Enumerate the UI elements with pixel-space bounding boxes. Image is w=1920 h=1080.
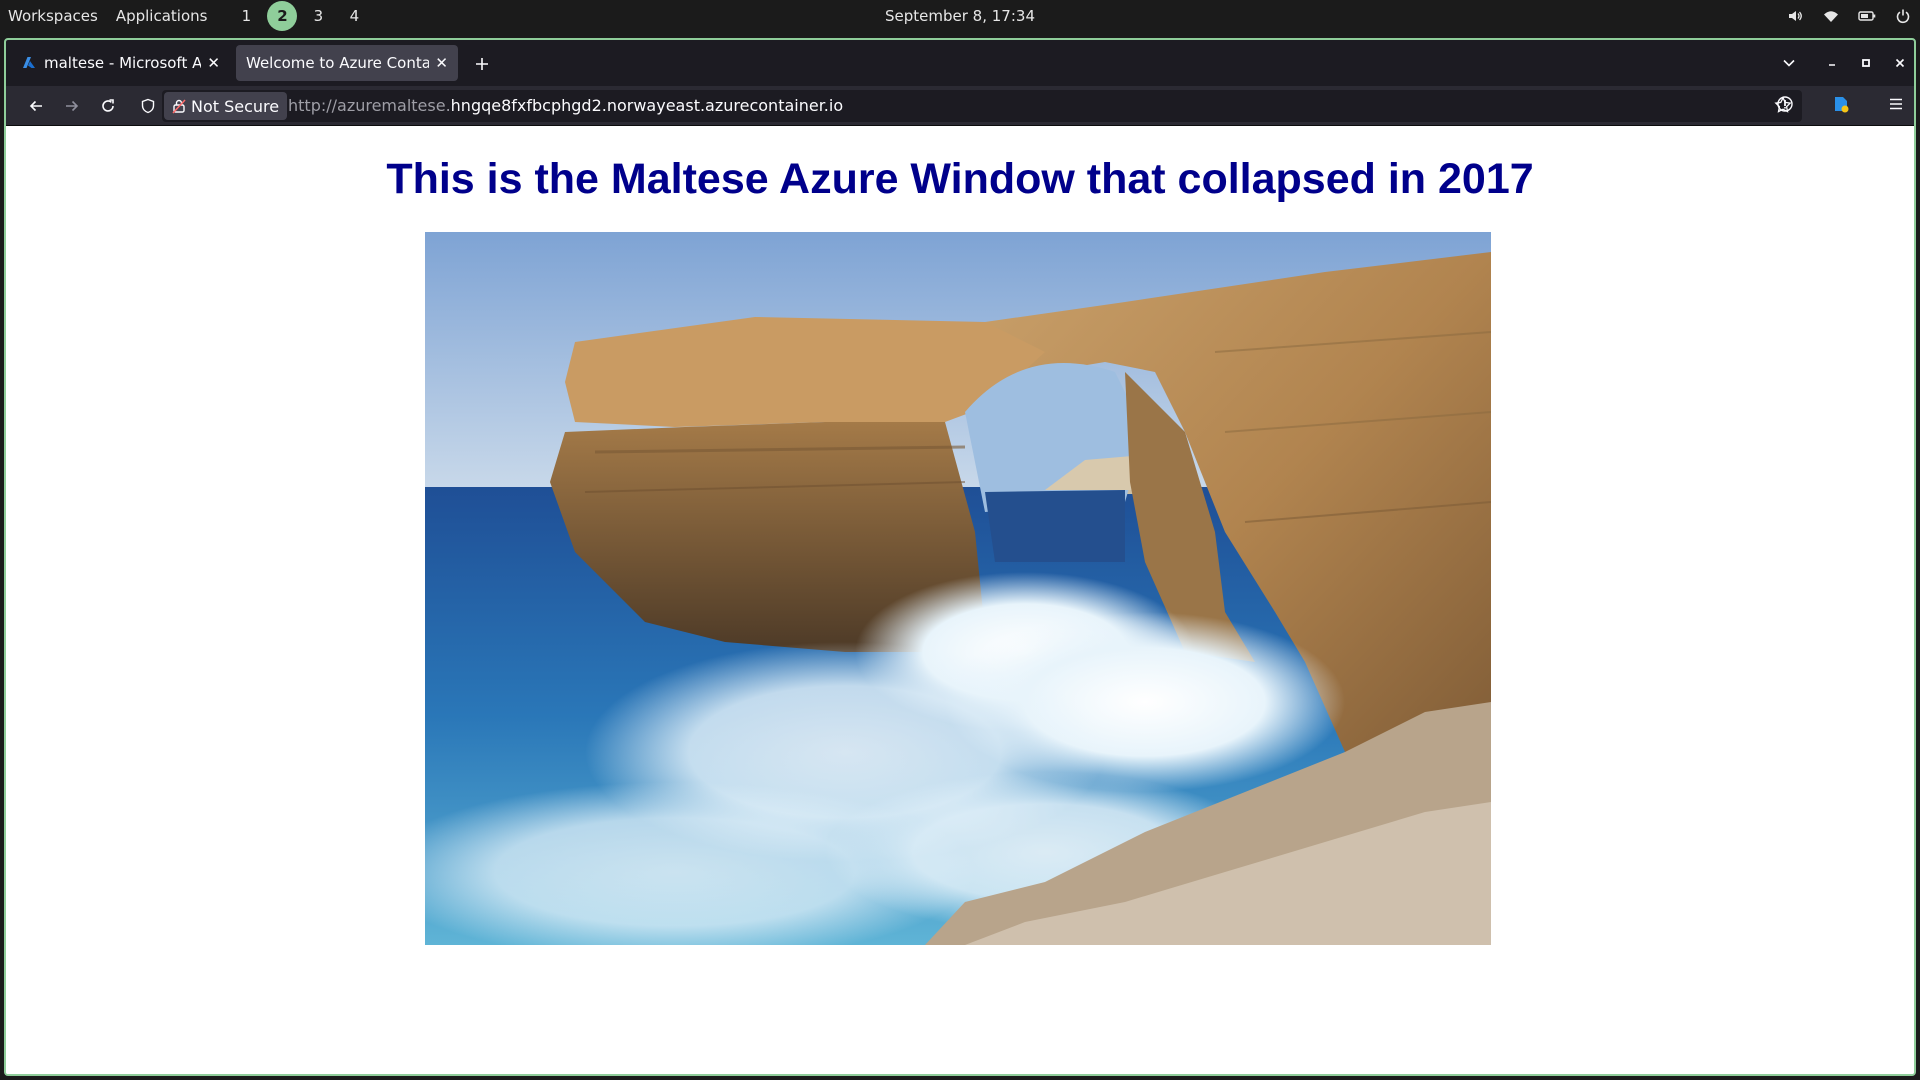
new-tab-button[interactable]	[466, 48, 498, 80]
tab-azure-container-instances[interactable]: Welcome to Azure Container Instances ✕	[236, 45, 458, 81]
navigation-toolbar: Not Secure http://azuremaltese.hngqe8fxf…	[6, 86, 1914, 126]
minimize-button[interactable]	[1826, 54, 1838, 73]
close-window-button[interactable]	[1894, 54, 1906, 73]
workspace-switcher: 1 2 3 4	[231, 1, 369, 31]
volume-icon[interactable]	[1786, 7, 1804, 25]
address-bar[interactable]: Not Secure http://azuremaltese.hngqe8fxf…	[162, 90, 1802, 122]
insecure-lock-icon	[172, 99, 186, 114]
browser-window: maltese - Microsoft Azure ✕ Welcome to A…	[4, 38, 1916, 1076]
applications-menu[interactable]: Applications	[116, 7, 208, 25]
workspace-4[interactable]: 4	[339, 1, 369, 31]
arrow-right-icon	[66, 100, 79, 112]
toolbar-extensions	[1776, 86, 1914, 126]
list-all-tabs-button[interactable]	[1782, 40, 1796, 86]
tracking-protection-shield-icon[interactable]	[134, 92, 162, 120]
tab-maltese-azure[interactable]: maltese - Microsoft Azure ✕	[12, 45, 230, 81]
url-domain: hngqe8fxfbcphgd2.norwayeast.azurecontain…	[450, 96, 844, 115]
maximize-button[interactable]	[1860, 54, 1872, 73]
power-icon[interactable]	[1894, 7, 1912, 25]
close-tab-icon[interactable]: ✕	[207, 54, 220, 72]
hamburger-menu-icon[interactable]	[1888, 96, 1904, 116]
close-tab-icon[interactable]: ✕	[435, 54, 448, 72]
system-tray	[1786, 0, 1912, 32]
wifi-icon[interactable]	[1822, 7, 1840, 25]
reload-button[interactable]	[94, 92, 122, 120]
azure-icon	[23, 57, 35, 68]
page-headline: This is the Maltese Azure Window that co…	[386, 155, 1534, 203]
tab-title: Welcome to Azure Container Instances	[246, 54, 429, 72]
url-text[interactable]: http://azuremaltese.hngqe8fxfbcphgd2.nor…	[288, 90, 843, 122]
window-controls	[1826, 40, 1906, 86]
desktop-top-bar: Workspaces Applications 1 2 3 4 Septembe…	[0, 0, 1920, 32]
workspaces-menu[interactable]: Workspaces	[8, 7, 98, 25]
back-button[interactable]	[22, 92, 50, 120]
workspace-1[interactable]: 1	[231, 1, 261, 31]
workspace-2[interactable]: 2	[267, 1, 298, 31]
workspace-3[interactable]: 3	[303, 1, 333, 31]
url-scheme-subdomain: http://azuremaltese.	[288, 96, 451, 115]
not-secure-badge[interactable]: Not Secure	[164, 92, 288, 120]
security-label: Not Secure	[191, 96, 280, 116]
chevron-down-icon	[1783, 59, 1795, 67]
password-manager-icon[interactable]	[1776, 95, 1794, 117]
battery-icon[interactable]	[1858, 7, 1876, 25]
extension-icon[interactable]	[1832, 95, 1850, 117]
azure-window-photo	[425, 232, 1491, 945]
reload-icon	[102, 99, 114, 112]
page-content: This is the Maltese Azure Window that co…	[6, 127, 1914, 1074]
tab-strip: maltese - Microsoft Azure ✕ Welcome to A…	[6, 40, 1914, 86]
tab-title: maltese - Microsoft Azure	[44, 54, 202, 72]
arrow-left-icon	[29, 100, 42, 112]
forward-button[interactable]	[58, 92, 86, 120]
